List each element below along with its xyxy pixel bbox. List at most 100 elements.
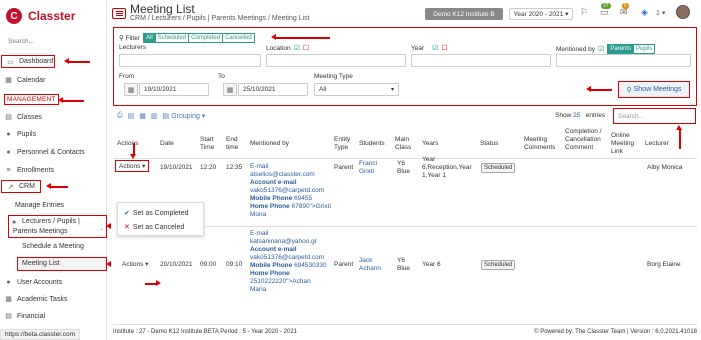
monitor-icon: ▭ <box>7 58 14 66</box>
col-header-main-2: Class <box>395 144 412 151</box>
col-header-entity-type[interactable]: Entity Type <box>334 136 350 152</box>
col-header-meeting-comments[interactable]: Meeting Comments <box>524 136 555 152</box>
check-all-icon[interactable]: ☑ <box>598 45 604 53</box>
meeting-type-select[interactable]: All ▾ <box>314 83 399 96</box>
calendar-icon[interactable]: ▦ <box>223 83 237 96</box>
calendar-icon[interactable]: ▦ <box>124 83 138 96</box>
sidebar-item-crm[interactable]: ↗ CRM <box>1 180 41 193</box>
entries-selector[interactable]: Show 25 entries <box>555 112 605 119</box>
print-icon[interactable]: ⎙ <box>117 112 123 120</box>
set-as-completed-item[interactable]: ✔ Set as Completed <box>124 209 189 217</box>
sidebar-item-manage-entries[interactable]: Manage Entries <box>15 202 64 209</box>
check-all-icon[interactable]: ☑ <box>432 44 438 52</box>
sidebar-item-classes[interactable]: ▤ Classes <box>0 110 107 124</box>
sidebar-item-lecturers-pupils-meetings[interactable]: ● Lecturers / Pupils | Parents Meetings … <box>8 215 107 238</box>
filter-completed[interactable]: Completed <box>189 34 224 42</box>
entries-count[interactable]: 25 <box>573 112 580 119</box>
user-icon: ● <box>6 278 11 286</box>
copy-icon[interactable]: ▤ <box>128 112 135 120</box>
col-header-entity-1: Entity <box>334 136 351 143</box>
menu-toggle-button[interactable] <box>112 8 126 19</box>
sidebar-item-enrollments[interactable]: ≡ Enrollments <box>0 163 107 177</box>
location-input[interactable] <box>266 54 406 67</box>
email-link[interactable]: atselios@classter.com <box>250 171 335 179</box>
mobile-value: 694530330 <box>294 262 327 269</box>
email-label: E-mail <box>250 163 269 170</box>
sidebar-item-user-accounts[interactable]: ● User Accounts <box>0 275 107 289</box>
col-header-actions[interactable]: Actions <box>117 140 138 148</box>
account-email-value[interactable]: vako51376@carpetd.com <box>250 187 335 195</box>
grouping-dropdown[interactable]: ▤ Grouping ▾ <box>162 112 205 120</box>
to-date-input[interactable]: 25/10/2021 <box>238 83 308 96</box>
row-actions-button[interactable]: Actions ▾ <box>122 260 148 268</box>
institute-selector[interactable]: Demo K12 Institute B <box>425 8 503 20</box>
show-meetings-label: Show Meetings <box>633 86 682 93</box>
sidebar-item-schedule-meeting[interactable]: Schedule a Meeting <box>22 243 84 250</box>
breadcrumb[interactable]: CRM / Lecturers / Pupils | Parents Meeti… <box>130 15 310 22</box>
mentioned-by-input[interactable] <box>556 54 691 67</box>
table-search-input[interactable]: Search... <box>613 108 696 124</box>
mentioned-by-segment: Parents Pupils <box>607 44 656 54</box>
mobile-value: 69455 <box>294 195 313 202</box>
col-header-entity-2: Type <box>334 144 349 151</box>
sidebar-item-academic-tasks[interactable]: ▦ Academic Tasks <box>0 292 107 306</box>
logo[interactable]: C Classter <box>6 6 75 26</box>
sidebar-item-personnel[interactable]: ● Personnel & Contacts <box>0 145 107 159</box>
sidebar-item-dashboard[interactable]: ▭ Dashboard <box>1 55 55 68</box>
sidebar-item-calendar[interactable]: ▦ Calendar <box>0 73 107 87</box>
col-header-main-class[interactable]: Main Class <box>395 136 411 152</box>
avatar[interactable] <box>676 5 690 19</box>
sidebar: C Classter Search... ▭ Dashboard ▦ Calen… <box>0 0 107 340</box>
check-all-icon[interactable]: ☑ <box>294 44 300 52</box>
page-selector[interactable]: 1 ▾ <box>656 9 665 17</box>
meeting-type-label: Meeting Type <box>314 73 353 80</box>
year-input[interactable] <box>411 54 551 67</box>
sidebar-item-label: Enrollments <box>17 166 54 174</box>
show-meetings-button[interactable]: ⚲ Show Meetings <box>618 81 690 98</box>
footer-powered-by[interactable]: Powered by: The Classter Team <box>540 329 625 335</box>
filter-cancelled[interactable]: Cancelled <box>223 34 254 42</box>
account-email-value[interactable]: vako51376@carpetd.com <box>250 254 335 262</box>
set-as-canceled-label: Set as Canceled <box>132 224 185 231</box>
col-header-lecturer[interactable]: Lecturer <box>645 140 669 148</box>
sidebar-item-label: User Accounts <box>17 278 63 286</box>
email-link[interactable]: katsaninana@yahoo.gr <box>250 238 335 246</box>
lecturers-label: Lecturers <box>119 44 147 51</box>
footer-right: © Powered by: The Classter Team | Versio… <box>534 329 697 335</box>
layers-icon[interactable]: ◈ <box>641 7 648 18</box>
col-header-start[interactable]: Start Time <box>200 136 214 152</box>
sidebar-item-financial[interactable]: ▤ Financial <box>0 309 107 323</box>
uncheck-all-icon[interactable]: ☐ <box>303 44 309 52</box>
excel-icon[interactable]: ▦ <box>139 112 146 120</box>
filter-scheduled[interactable]: Scheduled <box>156 34 190 42</box>
row-actions-button[interactable]: Actions ▾ <box>115 160 150 172</box>
sidebar-item-meeting-list[interactable]: Meeting List <box>17 257 107 271</box>
lecturers-input[interactable] <box>119 54 261 67</box>
col-header-years[interactable]: Years <box>422 140 438 148</box>
row-date: 19/10/2021 <box>160 164 193 171</box>
col-header-students[interactable]: Students <box>359 140 385 148</box>
from-date-input[interactable]: 19/10/2021 <box>139 83 209 96</box>
col-header-online-link[interactable]: Online Meeting Link <box>611 132 634 156</box>
col-header-date[interactable]: Date <box>160 140 174 148</box>
uncheck-all-icon[interactable]: ☐ <box>441 44 447 52</box>
mentioned-parents[interactable]: Parents <box>608 45 634 53</box>
flag-icon[interactable]: ⚐ <box>580 7 588 18</box>
col-header-completion[interactable]: Completion / Cancellation Comment <box>565 128 602 152</box>
row-student[interactable]: Jack Achann <box>359 257 381 273</box>
footer: Institute : 27 - Demo K12 Institute BETA… <box>113 329 697 335</box>
year-selector[interactable]: Year 2020 - 2021 ▾ <box>509 8 573 20</box>
mentioned-pupils[interactable]: Pupils <box>634 45 654 53</box>
sidebar-item-pupils[interactable]: ● Pupils <box>0 127 107 141</box>
row-main-class: Y6 Blue <box>397 257 410 273</box>
col-header-end[interactable]: End time <box>226 136 238 152</box>
row-entity-type: Parent <box>334 261 354 268</box>
account-email-label: Account e-mail <box>250 179 297 186</box>
filter-all[interactable]: All <box>144 34 156 42</box>
sidebar-search-input[interactable]: Search... <box>8 38 34 45</box>
col-header-mentioned-by[interactable]: Mentioned by <box>250 140 289 148</box>
pdf-icon[interactable]: ▥ <box>151 112 158 120</box>
row-student[interactable]: Franci Grixti <box>359 160 377 176</box>
col-header-status[interactable]: Status <box>480 140 498 148</box>
set-as-canceled-item[interactable]: ✕ Set as Canceled <box>124 223 184 231</box>
